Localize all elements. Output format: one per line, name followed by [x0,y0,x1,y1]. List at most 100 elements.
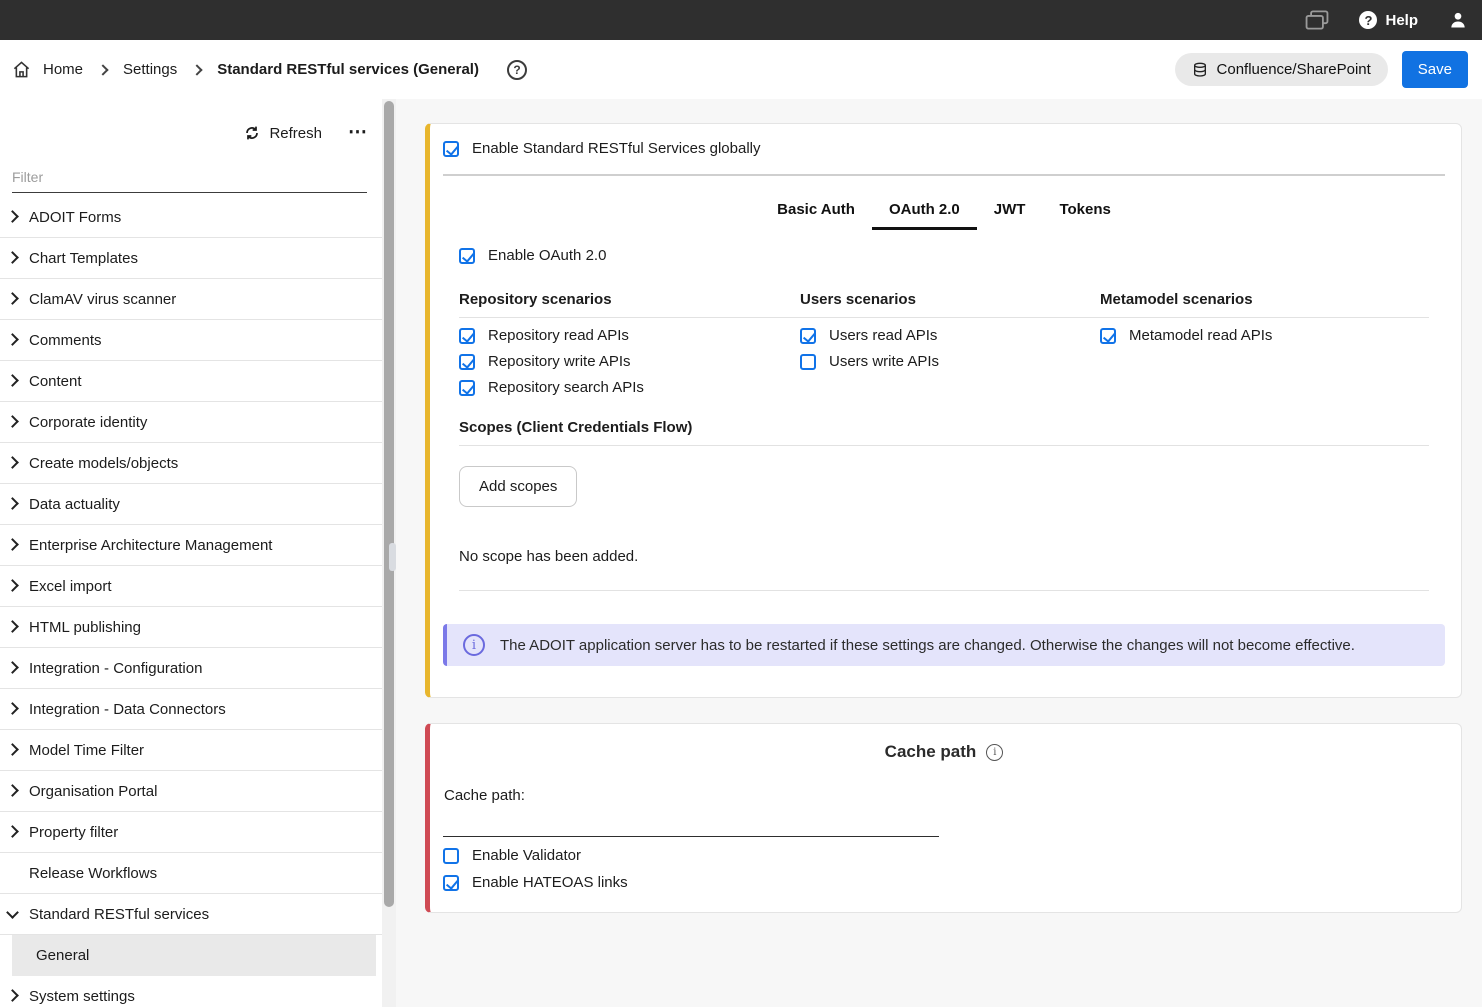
sidebar-item[interactable]: Data actuality [0,484,396,525]
sidebar-item[interactable]: Excel import [0,566,396,607]
repository-scenarios-heading: Repository scenarios [459,291,800,317]
help-button[interactable]: ? Help [1359,11,1418,29]
sidebar-item[interactable]: Chart Templates [0,238,396,279]
refresh-button[interactable]: Refresh [244,125,322,142]
chevron-icon [6,456,19,469]
sidebar-item[interactable]: Enterprise Architecture Management [0,525,396,566]
sidebar-scrollbar-thumb[interactable] [384,101,394,907]
sidebar-item[interactable]: Integration - Data Connectors [0,689,396,730]
enable-global-row[interactable]: Enable Standard RESTful Services globall… [443,140,1445,157]
sidebar-item-label: Create models/objects [29,455,178,472]
enable-global-label: Enable Standard RESTful Services globall… [472,140,761,157]
sidebar-item-label: Organisation Portal [29,783,157,800]
cache-path-label: Cache path: [444,787,1445,804]
sidebar-item[interactable]: General [12,935,376,976]
sidebar-item[interactable]: Corporate identity [0,402,396,443]
context-help-icon[interactable]: ? [507,60,527,80]
enable-oauth-checkbox[interactable] [459,248,475,264]
scenario-checkbox[interactable] [459,354,475,370]
scenario-row[interactable]: Users write APIs [800,353,1100,370]
sidebar-item[interactable]: Release Workflows [0,853,396,894]
connector-label: Confluence/SharePoint [1217,61,1371,78]
cache-option-label: Enable HATEOAS links [472,874,628,891]
metamodel-scenarios-list: Metamodel read APIs [1100,318,1445,396]
more-options-icon[interactable]: ⋯ [348,128,368,138]
sidebar-item[interactable]: Integration - Configuration [0,648,396,689]
enable-global-checkbox[interactable] [443,141,459,157]
sidebar-item-label: HTML publishing [29,619,141,636]
chevron-icon [6,292,19,305]
cache-option-label: Enable Validator [472,847,581,864]
scenario-checkbox[interactable] [800,354,816,370]
refresh-label: Refresh [269,125,322,142]
scenario-row[interactable]: Repository search APIs [459,379,800,396]
scenario-label: Users write APIs [829,353,939,370]
auth-tab[interactable]: Basic Auth [760,191,872,230]
auth-tab[interactable]: OAuth 2.0 [872,191,977,230]
sidebar-item-label: Enterprise Architecture Management [29,537,272,554]
sidebar-item-label: System settings [29,988,135,1005]
sidebar-item[interactable]: Organisation Portal [0,771,396,812]
scenario-checkbox[interactable] [1100,328,1116,344]
sidebar-item[interactable]: HTML publishing [0,607,396,648]
filter-input[interactable] [12,165,367,193]
scenario-checkbox[interactable] [459,380,475,396]
scenario-section: Repository scenarios Users scenarios Met… [459,291,1445,396]
add-scopes-button[interactable]: Add scopes [459,466,577,507]
sidebar-resize-handle[interactable] [389,543,396,571]
scenario-row[interactable]: Metamodel read APIs [1100,327,1445,344]
sidebar-item[interactable]: Create models/objects [0,443,396,484]
sidebar-item-label: Release Workflows [29,865,157,882]
help-label: Help [1385,12,1418,29]
cache-option-row[interactable]: Enable HATEOAS links [443,874,1445,891]
cache-option-row[interactable]: Enable Validator [443,847,1445,864]
scenario-row[interactable]: Repository read APIs [459,327,800,344]
scenario-row[interactable]: Repository write APIs [459,353,800,370]
page-header: Home Settings Standard RESTful services … [0,40,1482,99]
chevron-icon [6,825,19,838]
restart-info-banner: i The ADOIT application server has to be… [443,624,1445,666]
breadcrumb-home[interactable]: Home [43,61,83,78]
cache-path-input[interactable] [443,808,939,837]
sidebar-item[interactable]: Property filter [0,812,396,853]
enable-oauth-row[interactable]: Enable OAuth 2.0 [459,247,1445,264]
sidebar-item-label: Corporate identity [29,414,147,431]
chevron-icon [6,784,19,797]
restart-info-text: The ADOIT application server has to be r… [500,637,1355,654]
sidebar-item[interactable]: System settings [0,976,396,1007]
cache-option-checkbox[interactable] [443,848,459,864]
save-button[interactable]: Save [1402,51,1468,88]
confluence-sharepoint-button[interactable]: Confluence/SharePoint [1175,53,1388,86]
sidebar-item[interactable]: ADOIT Forms [0,197,396,238]
sidebar-item-label: ClamAV virus scanner [29,291,176,308]
breadcrumb-settings[interactable]: Settings [123,61,177,78]
section-divider [459,445,1429,446]
auth-tabs: Basic Auth OAuth 2.0 JWT Tokens [443,191,1445,230]
sidebar-item[interactable]: Model Time Filter [0,730,396,771]
windows-icon[interactable] [1305,10,1329,30]
auth-tab[interactable]: Tokens [1042,191,1127,230]
scenario-checkbox[interactable] [800,328,816,344]
chevron-right-icon [97,64,108,75]
user-icon[interactable] [1448,10,1468,30]
cache-path-title: Cache path [885,742,977,762]
help-icon: ? [1359,11,1377,29]
enable-oauth-label: Enable OAuth 2.0 [488,247,606,264]
cache-option-checkbox[interactable] [443,875,459,891]
sidebar-item[interactable]: Comments [0,320,396,361]
scenario-row[interactable]: Users read APIs [800,327,1100,344]
auth-tab[interactable]: JWT [977,191,1043,230]
database-icon [1192,61,1208,79]
restful-services-panel: Enable Standard RESTful Services globall… [425,123,1462,698]
sidebar-item[interactable]: Content [0,361,396,402]
scenario-checkbox[interactable] [459,328,475,344]
cache-options-list: Enable Validator Enable HATEOAS links [443,847,1445,891]
sidebar-item-label: General [36,947,89,964]
sidebar-item[interactable]: Standard RESTful services [0,894,396,935]
cache-info-icon[interactable]: i [986,744,1003,761]
settings-nav-list: ADOIT Forms Chart Templates ClamAV virus… [0,197,396,1007]
sidebar-item[interactable]: ClamAV virus scanner [0,279,396,320]
users-scenarios-list: Users read APIs Users write APIs [800,318,1100,396]
home-icon[interactable] [12,60,31,79]
info-icon: i [463,634,485,656]
